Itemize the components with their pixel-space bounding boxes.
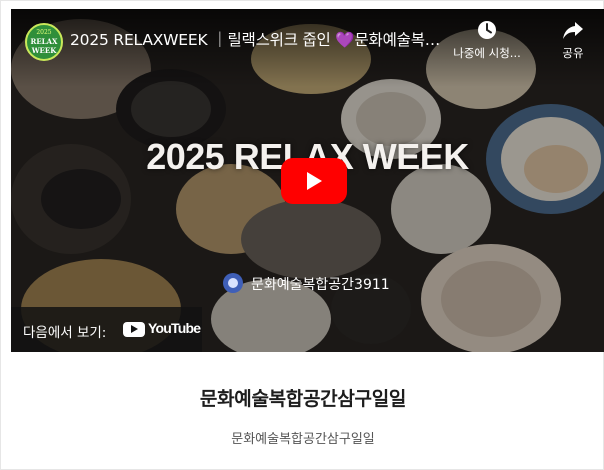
avatar-text-week: WEEK — [31, 46, 57, 55]
share-label: 공유 — [562, 46, 584, 60]
avatar-text-year: 2025 — [36, 29, 52, 36]
watch-later-button[interactable]: 나중에 시청... — [451, 19, 523, 61]
watch-later-label: 나중에 시청... — [453, 46, 521, 60]
channel-mini-icon — [223, 273, 243, 293]
clock-icon — [478, 21, 496, 39]
youtube-logo-icon: YouTube — [123, 320, 201, 338]
embed-card: 2025 RELAX WEEK 2025 RELAXWEEK ｜릴랙스위크 줍인… — [0, 0, 604, 470]
avatar-text-relax: RELAX — [30, 37, 58, 46]
video-title-tail: 문화예술복합공간삼구일일 — [354, 31, 448, 49]
share-button[interactable]: 공유 — [551, 19, 595, 61]
share-arrow-icon — [563, 22, 583, 39]
youtube-play-mark-icon — [123, 322, 145, 337]
thumbnail-channel-name: 문화예술복합공간3911 — [251, 277, 390, 293]
card-title[interactable]: 문화예술복합공간삼구일일 — [1, 384, 604, 411]
watch-on-label: 다음에서 보기: — [23, 325, 107, 341]
card-subtitle: 문화예술복합공간삼구일일 — [231, 432, 375, 447]
play-button[interactable] — [281, 158, 347, 204]
channel-avatar[interactable]: 2025 RELAX WEEK — [25, 23, 63, 61]
video-title-link[interactable]: 2025 RELAXWEEK ｜릴랙스위크 줍인 💜문화예술복합공간삼구일일 — [70, 28, 448, 52]
youtube-wordmark: YouTube — [148, 320, 201, 336]
watch-on-youtube-button[interactable]: 다음에서 보기: YouTube — [11, 307, 202, 352]
video-player[interactable]: 2025 RELAX WEEK 2025 RELAXWEEK ｜릴랙스위크 줍인… — [11, 9, 604, 352]
play-icon — [307, 172, 322, 190]
purple-heart-icon: 💜 — [335, 31, 355, 49]
video-title-text: 2025 RELAXWEEK ｜릴랙스위크 줍인 — [70, 31, 336, 49]
